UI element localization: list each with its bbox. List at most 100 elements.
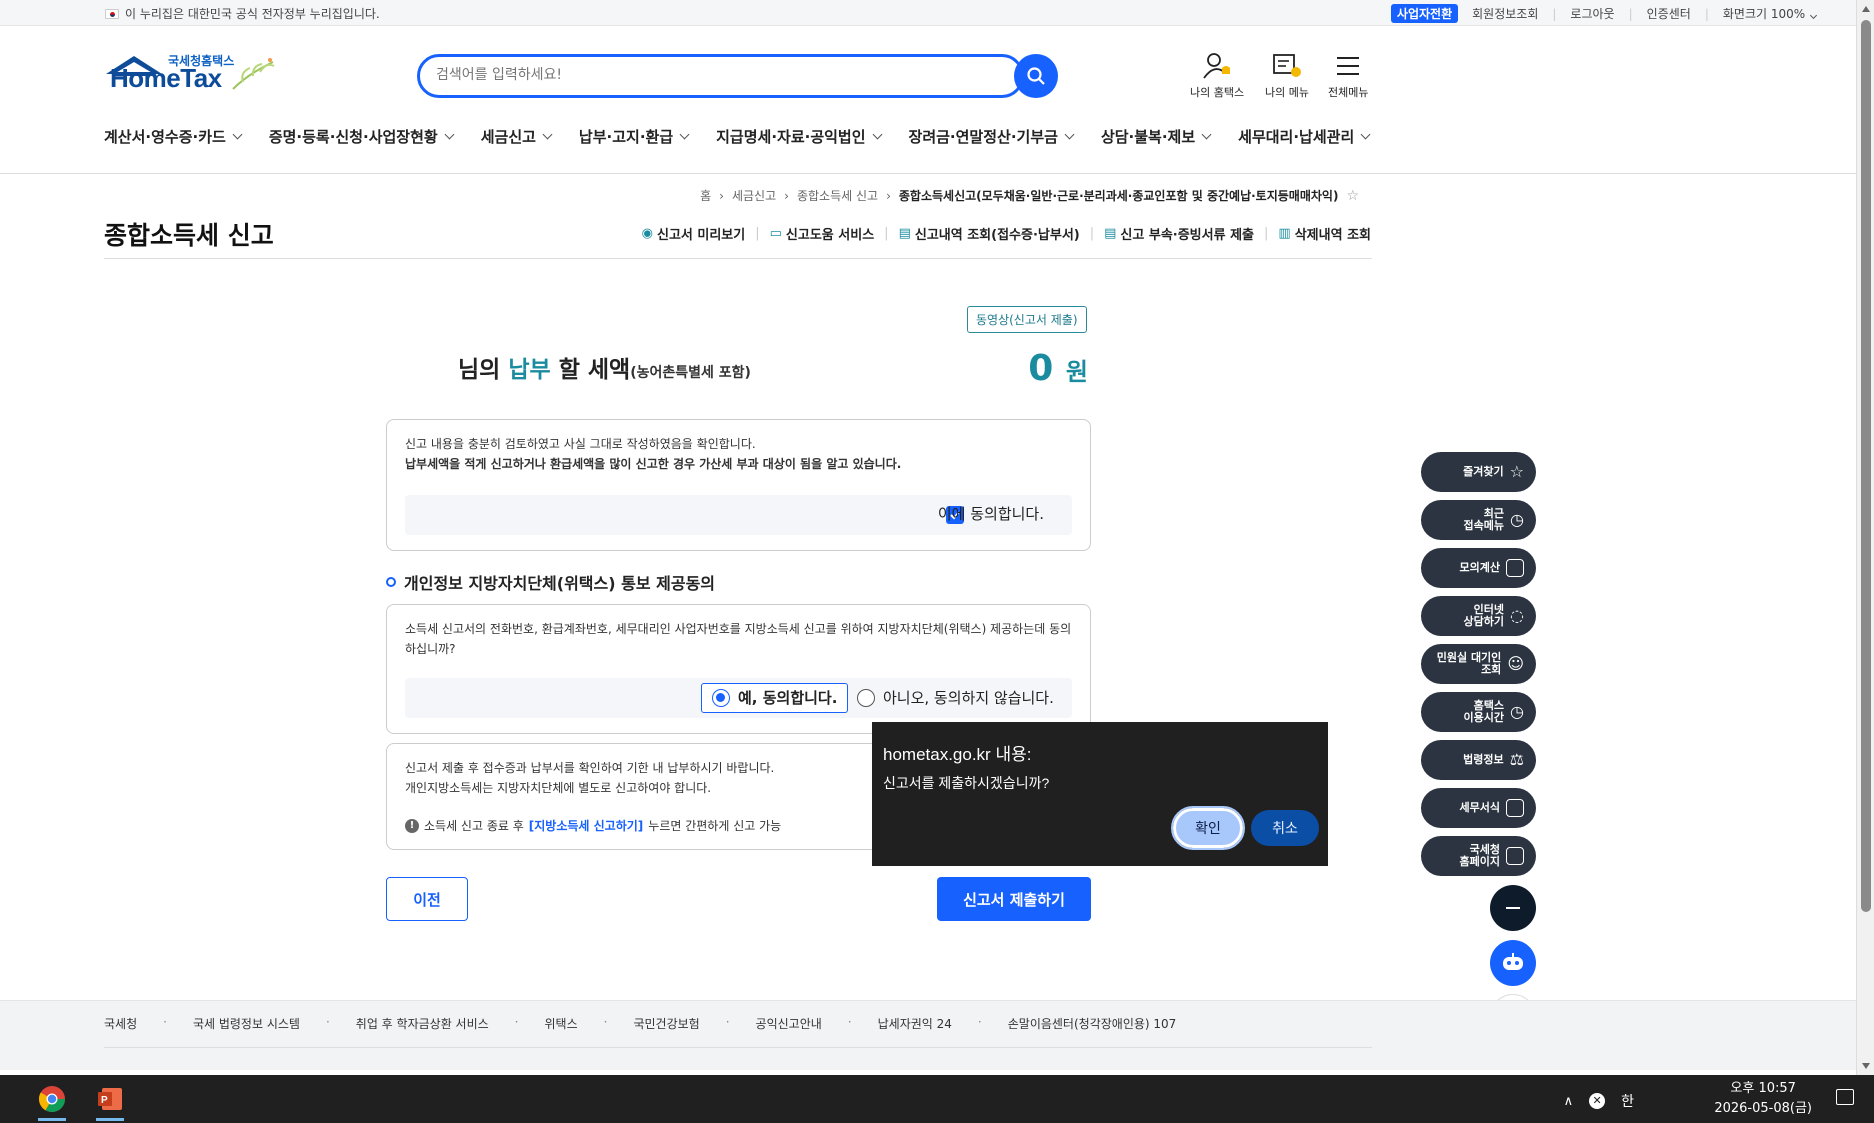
nav-item-certificate[interactable]: 증명·등록·신청·사업장현황	[268, 126, 455, 147]
tray-app-icon[interactable]: ✕	[1589, 1093, 1606, 1109]
nav-item-incentive[interactable]: 장려금·연말정산·기부금	[909, 126, 1075, 147]
utility-links: 사업자전환 회원정보조회 | 로그아웃 | 인증센터 | 화면크기 100%	[1390, 4, 1818, 23]
footer-link[interactable]: 위택스	[545, 1015, 578, 1032]
nav-item-invoice[interactable]: 계산서·영수증·카드	[104, 126, 243, 147]
star-icon: ☆	[1509, 462, 1524, 481]
logout-link[interactable]: 로그아웃	[1570, 5, 1614, 22]
quick-favorites-button[interactable]: 즐겨찾기 ☆	[1421, 452, 1536, 492]
page-title: 종합소득세 신고	[104, 221, 274, 250]
separator: |	[1552, 6, 1557, 21]
footer-link[interactable]: 국세청	[104, 1015, 137, 1032]
member-info-link[interactable]: 회원정보조회	[1472, 5, 1538, 22]
quick-consult-button[interactable]: 인터넷 상담하기 ◌	[1421, 596, 1536, 636]
breadcrumb-current: 종합소득세신고(모두채움·일반·근로·분리과세·종교인포함 및 중간예납·토지등…	[898, 189, 1339, 203]
dot-separator: ·	[163, 1015, 167, 1029]
attachment-link[interactable]: ▤ 신고 부속·증빙서류 제출	[1104, 224, 1254, 243]
nav-label: 증명·등록·신청·사업장현황	[268, 128, 438, 146]
quick-nts-button[interactable]: 국세청 홈페이지	[1421, 836, 1536, 876]
nav-item-statement[interactable]: 지급명세·자료·공익법인	[716, 126, 882, 147]
leaf-decoration-icon	[231, 58, 275, 90]
chatbot-button[interactable]	[1490, 940, 1536, 986]
quick-waiting-button[interactable]: 민원실 대기인 조회 ☺	[1421, 644, 1536, 684]
radio-agree-no[interactable]: 아니오, 동의하지 않습니다.	[851, 683, 1060, 713]
chevron-down-icon	[872, 129, 882, 140]
scrollbar-thumb[interactable]	[1861, 20, 1871, 912]
submit-button[interactable]: 신고서 제출하기	[937, 877, 1091, 921]
taskbar-clock[interactable]: 오후 10:57 2026-05-08(금)	[1714, 1079, 1812, 1119]
nav-item-consult[interactable]: 상담·불복·제보	[1101, 126, 1212, 147]
preview-link[interactable]: ◉ 신고서 미리보기	[642, 224, 746, 243]
footer-link[interactable]: 취업 후 학자금상환 서비스	[356, 1015, 489, 1032]
footer-link[interactable]: 납세자권익 24	[878, 1015, 952, 1032]
footer-link[interactable]: 공익신고안내	[756, 1015, 822, 1032]
note-prefix: 소득세 신고 종료 후	[424, 819, 524, 833]
quick-label: 인터넷 상담하기	[1463, 603, 1505, 628]
scroll-up-arrow-icon[interactable]	[1862, 6, 1870, 12]
windows-taskbar: P ∧ ✕ 한 오후 10:57 2026-05-08(금)	[0, 1075, 1874, 1123]
quick-simulation-button[interactable]: 모의계산	[1421, 548, 1536, 588]
quick-label: 홈택스 이용시간	[1463, 699, 1505, 724]
tax-note: (농어촌특별세 포함)	[630, 365, 751, 381]
local-tax-link[interactable]: [지방소득세 신고하기]	[529, 816, 644, 836]
collapse-quick-button[interactable]	[1490, 885, 1536, 931]
help-service-link[interactable]: ▭ 신고도움 서비스	[770, 224, 875, 243]
chrome-icon	[38, 1086, 66, 1113]
my-hometax-button[interactable]: 나의 홈택스	[1190, 52, 1244, 100]
breadcrumb-tax-filing[interactable]: 세금신고	[732, 187, 776, 204]
deleted-history-link[interactable]: ▥ 삭제내역 조회	[1278, 224, 1371, 243]
nav-label: 납부·고지·환급	[578, 128, 674, 146]
history-link[interactable]: ▤ 신고내역 조회(접수증·납부서)	[899, 224, 1080, 243]
biz-switch-button[interactable]: 사업자전환	[1390, 4, 1459, 23]
breadcrumb-home[interactable]: 홈	[700, 187, 711, 204]
breadcrumb-income-tax[interactable]: 종합소득세 신고	[797, 187, 878, 204]
video-guide-button[interactable]: 동영상(신고서 제출)	[967, 306, 1087, 333]
chevron-down-icon	[1360, 129, 1371, 140]
menu-doc-icon	[1273, 54, 1301, 77]
radio-agree-yes[interactable]: 예, 동의합니다.	[701, 683, 849, 713]
agree-label[interactable]: 이에 동의합니다.	[938, 504, 1044, 524]
footer-link[interactable]: 손말이음센터(청각장애인용) 107	[1008, 1015, 1177, 1032]
nav-item-agent[interactable]: 세무대리·납세관리	[1238, 126, 1371, 147]
cert-center-link[interactable]: 인증센터	[1647, 5, 1691, 22]
nav-label: 계산서·영수증·카드	[104, 128, 226, 146]
all-menu-button[interactable]: 전체메뉴	[1328, 52, 1368, 100]
radio-no-label: 아니오, 동의하지 않습니다.	[883, 689, 1054, 707]
screen-size-control[interactable]: 화면크기 100%	[1723, 5, 1818, 22]
quick-law-button[interactable]: 법령정보 ⚖	[1421, 740, 1536, 780]
prev-button[interactable]: 이전	[386, 877, 468, 921]
dialog-ok-button[interactable]: 확인	[1171, 806, 1245, 850]
hometax-logo[interactable]: 국세청홈택스 HomeTax	[104, 54, 278, 94]
attachment-label: 신고 부속·증빙서류 제출	[1120, 228, 1255, 243]
privacy-title-text: 개인정보 지방자치단체(위택스) 통보 제공동의	[404, 574, 716, 593]
search-button[interactable]	[1014, 54, 1058, 98]
notification-icon[interactable]	[1836, 1089, 1854, 1105]
quick-hours-button[interactable]: 홈택스 이용시간 ◷	[1421, 692, 1536, 732]
ime-indicator[interactable]: 한	[1621, 1091, 1634, 1111]
chrome-taskbar-button[interactable]	[32, 1081, 72, 1121]
active-indicator	[38, 1118, 66, 1121]
footer-link[interactable]: 국세 법령정보 시스템	[193, 1015, 300, 1032]
calculator-icon	[1506, 559, 1524, 577]
dot-separator: ·	[603, 1015, 608, 1029]
page-scrollbar[interactable]	[1856, 0, 1874, 1075]
search-box	[417, 54, 1024, 98]
footer-link[interactable]: 국민건강보험	[633, 1015, 699, 1032]
nav-item-payment[interactable]: 납부·고지·환급	[578, 126, 690, 147]
quick-label: 민원실 대기인 조회	[1436, 651, 1502, 676]
nav-label: 지급명세·자료·공익법인	[716, 128, 866, 146]
powerpoint-taskbar-button[interactable]: P	[90, 1081, 130, 1121]
tray-chevron-up-icon[interactable]: ∧	[1564, 1094, 1574, 1109]
quick-forms-button[interactable]: 세무서식	[1421, 788, 1536, 828]
deleted-history-label: 삭제내역 조회	[1294, 228, 1371, 243]
dialog-cancel-button[interactable]: 취소	[1251, 810, 1319, 846]
nav-label: 세무대리·납세관리	[1238, 128, 1355, 146]
dot-separator: ·	[325, 1015, 330, 1029]
quick-recent-button[interactable]: 최근 접속메뉴 ◷	[1421, 500, 1536, 540]
note-suffix: 누르면 간편하게 신고 가능	[648, 819, 782, 833]
star-icon[interactable]: ☆	[1346, 188, 1359, 204]
search-input[interactable]	[420, 57, 940, 93]
korea-flag-icon	[105, 8, 119, 19]
scroll-down-arrow-icon[interactable]	[1862, 1063, 1870, 1069]
my-menu-button[interactable]: 나의 메뉴	[1265, 52, 1309, 100]
nav-item-tax-filing[interactable]: 세금신고	[481, 126, 553, 147]
